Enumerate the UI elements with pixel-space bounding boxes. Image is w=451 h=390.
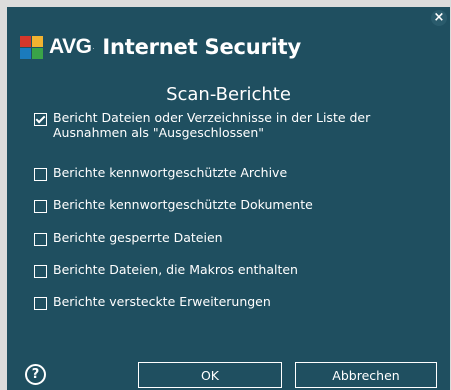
option-report-excluded[interactable]: Bericht Dateien oder Verzeichnisse in de… [34, 110, 370, 140]
dialog-title: Scan-Berichte [166, 84, 291, 105]
checkbox[interactable] [34, 168, 47, 181]
option-label: Berichte kennwortgeschützte Dokumente [53, 197, 313, 212]
option-label: Berichte versteckte Erweiterungen [53, 294, 271, 309]
option-locked-files[interactable]: Berichte gesperrte Dateien [34, 230, 223, 246]
avg-logo-icon [20, 36, 43, 59]
option-password-archives[interactable]: Berichte kennwortgeschützte Archive [34, 165, 287, 181]
checkbox[interactable] [34, 113, 47, 126]
option-label: Bericht Dateien oder Verzeichnisse in de… [53, 110, 370, 140]
product-name: Internet Security [102, 35, 301, 59]
option-label: Berichte Dateien, die Makros enthalten [53, 262, 298, 277]
option-label: Berichte kennwortgeschützte Archive [53, 165, 288, 180]
option-label: Berichte gesperrte Dateien [53, 230, 223, 245]
checkbox[interactable] [34, 233, 47, 246]
checkbox[interactable] [34, 200, 47, 213]
option-password-documents[interactable]: Berichte kennwortgeschützte Dokumente [34, 197, 313, 213]
help-icon[interactable]: ? [25, 364, 46, 385]
brand-tm: . [92, 43, 95, 51]
checkbox[interactable] [34, 297, 47, 310]
option-label-line1: Bericht Dateien oder Verzeichnisse in de… [53, 110, 371, 125]
option-hidden-extensions[interactable]: Berichte versteckte Erweiterungen [34, 294, 271, 310]
checkbox[interactable] [34, 265, 47, 278]
close-icon[interactable]: × [431, 10, 447, 26]
option-label-line2: Ausnahmen als "Ausgeschlossen" [53, 125, 265, 140]
scan-reports-dialog: × AVG . Internet Security Scan-Berichte … [7, 7, 450, 390]
option-macro-files[interactable]: Berichte Dateien, die Makros enthalten [34, 262, 298, 278]
brand-header: AVG . Internet Security [19, 32, 301, 62]
cancel-button[interactable]: Abbrechen [295, 362, 437, 388]
brand-name: AVG [49, 35, 92, 58]
ok-button[interactable]: OK [138, 362, 282, 388]
